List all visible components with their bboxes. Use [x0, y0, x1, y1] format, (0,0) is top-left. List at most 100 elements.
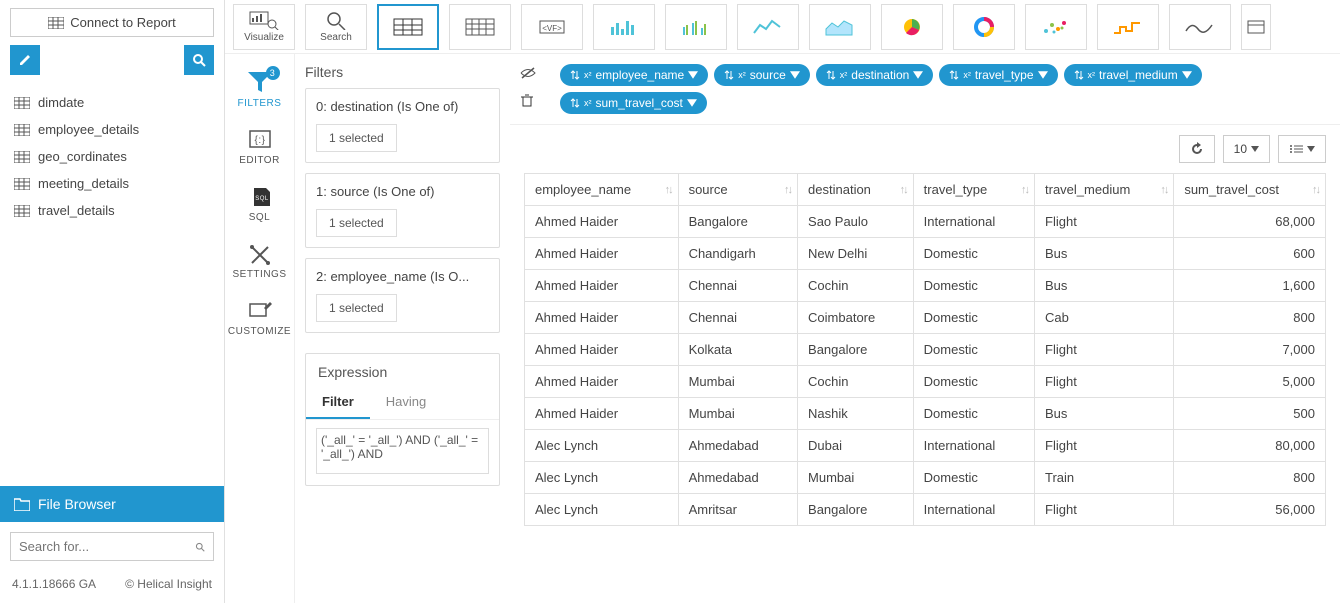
refresh-button[interactable] — [1179, 135, 1215, 163]
table-cell: International — [913, 206, 1034, 238]
area-chart-tool[interactable] — [809, 4, 871, 50]
donut-chart-tool[interactable] — [953, 4, 1015, 50]
view-mode-dropdown[interactable] — [1278, 135, 1326, 163]
table-cell: Flight — [1035, 430, 1174, 462]
area-chart-icon — [824, 17, 856, 37]
filter-card[interactable]: 2: employee_name (Is O...1 selected — [305, 258, 500, 333]
table-cell: 1,600 — [1174, 270, 1326, 302]
page-size-dropdown[interactable]: 10 — [1223, 135, 1270, 163]
filter-selected-badge[interactable]: 1 selected — [316, 124, 397, 152]
visualize-tool[interactable]: Visualize — [233, 4, 295, 50]
table-cell: Alec Lynch — [525, 430, 679, 462]
table-row[interactable]: Ahmed HaiderChennaiCoimbatoreDomesticCab… — [525, 302, 1326, 334]
scatter-chart-tool[interactable] — [1025, 4, 1087, 50]
table-row[interactable]: Ahmed HaiderMumbaiCochinDomesticFlight5,… — [525, 366, 1326, 398]
vf-tool[interactable]: <VF> — [521, 4, 583, 50]
column-header[interactable]: sum_travel_cost↑↓ — [1174, 174, 1326, 206]
column-pill[interactable]: x² sum_travel_cost — [560, 92, 707, 114]
table-cell: 800 — [1174, 462, 1326, 494]
expr-tab-having[interactable]: Having — [370, 386, 442, 419]
table-item[interactable]: employee_details — [10, 116, 214, 143]
search-for-box[interactable] — [10, 532, 214, 561]
table-row[interactable]: Ahmed HaiderChennaiCochinDomesticBus1,60… — [525, 270, 1326, 302]
search-tool[interactable]: Search — [305, 4, 367, 50]
settings-tab[interactable]: SETTINGS — [230, 235, 290, 286]
table-cell: Alec Lynch — [525, 462, 679, 494]
table-cell: Mumbai — [798, 462, 914, 494]
table-cell: 800 — [1174, 302, 1326, 334]
table-row[interactable]: Ahmed HaiderChandigarhNew DelhiDomesticB… — [525, 238, 1326, 270]
table-cell: 80,000 — [1174, 430, 1326, 462]
table-cell: 7,000 — [1174, 334, 1326, 366]
table-cell: New Delhi — [798, 238, 914, 270]
file-browser-button[interactable]: File Browser — [0, 486, 224, 522]
column-header[interactable]: travel_type↑↓ — [913, 174, 1034, 206]
column-pill[interactable]: x² destination — [816, 64, 934, 86]
edit-button[interactable] — [10, 45, 40, 75]
table-item[interactable]: meeting_details — [10, 170, 214, 197]
spline-chart-tool[interactable] — [1169, 4, 1231, 50]
column-pill[interactable]: x² source — [714, 64, 810, 86]
line-chart-tool[interactable] — [737, 4, 799, 50]
column-header[interactable]: source↑↓ — [678, 174, 797, 206]
table-cell: Amritsar — [678, 494, 797, 526]
table-cell: Flight — [1035, 334, 1174, 366]
crosstab-tool[interactable] — [449, 4, 511, 50]
table-row[interactable]: Alec LynchAmritsarBangaloreInternational… — [525, 494, 1326, 526]
sort-icon: ↑↓ — [1021, 184, 1028, 196]
editor-tab[interactable]: {:} EDITOR — [230, 121, 290, 172]
table-cell: Ahmedabad — [678, 462, 797, 494]
search-input[interactable] — [19, 539, 195, 554]
filter-name: 1: source (Is One of) — [316, 184, 489, 199]
expression-textarea[interactable] — [316, 428, 489, 474]
step-chart-tool[interactable] — [1097, 4, 1159, 50]
svg-text:{:}: {:} — [254, 135, 265, 146]
column-pill[interactable]: x² travel_type — [939, 64, 1057, 86]
eye-off-icon[interactable] — [520, 66, 536, 83]
card-icon — [1240, 17, 1272, 37]
folder-icon — [14, 497, 30, 511]
visualize-icon — [248, 10, 280, 30]
table-row[interactable]: Ahmed HaiderKolkataBangaloreDomesticFlig… — [525, 334, 1326, 366]
card-tool[interactable] — [1241, 4, 1271, 50]
grouped-bar-tool[interactable] — [665, 4, 727, 50]
copyright-label: © Helical Insight — [125, 577, 212, 591]
table-row[interactable]: Alec LynchAhmedabadDubaiInternationalFli… — [525, 430, 1326, 462]
table-item[interactable]: dimdate — [10, 89, 214, 116]
filter-card[interactable]: 1: source (Is One of) 1 selected — [305, 173, 500, 248]
pie-chart-tool[interactable] — [881, 4, 943, 50]
trash-icon[interactable] — [520, 93, 536, 110]
table-item[interactable]: travel_details — [10, 197, 214, 224]
pie-chart-icon — [896, 17, 928, 37]
column-pill[interactable]: x² employee_name — [560, 64, 708, 86]
column-header[interactable]: travel_medium↑↓ — [1035, 174, 1174, 206]
caret-down-icon — [1182, 70, 1192, 80]
connect-to-report-button[interactable]: Connect to Report — [10, 8, 214, 37]
filter-card[interactable]: 0: destination (Is One of)1 selected — [305, 88, 500, 163]
table-list: dimdateemployee_detailsgeo_cordinatesmee… — [0, 85, 224, 228]
column-header[interactable]: employee_name↑↓ — [525, 174, 679, 206]
filter-selected-badge[interactable]: 1 selected — [316, 209, 397, 237]
table-icon — [14, 151, 30, 163]
svg-text:SQL: SQL — [255, 196, 269, 202]
table-row[interactable]: Ahmed HaiderMumbaiNashikDomesticBus500 — [525, 398, 1326, 430]
filters-title: Filters — [305, 64, 500, 80]
column-pill[interactable]: x² travel_medium — [1064, 64, 1202, 86]
expr-tab-filter[interactable]: Filter — [306, 386, 370, 419]
table-viz-tool[interactable] — [377, 4, 439, 50]
filters-tab[interactable]: 3 FILTERS — [230, 64, 290, 115]
table-icon — [14, 124, 30, 136]
search-button[interactable] — [184, 45, 214, 75]
table-row[interactable]: Ahmed HaiderBangaloreSao PauloInternatio… — [525, 206, 1326, 238]
bar-chart-tool[interactable] — [593, 4, 655, 50]
table-cell: Chandigarh — [678, 238, 797, 270]
table-cell: Cochin — [798, 366, 914, 398]
table-cell: 600 — [1174, 238, 1326, 270]
column-header[interactable]: destination↑↓ — [798, 174, 914, 206]
table-row[interactable]: Alec LynchAhmedabadMumbaiDomesticTrain80… — [525, 462, 1326, 494]
table-cell: Nashik — [798, 398, 914, 430]
sql-tab[interactable]: SQL SQL — [230, 178, 290, 229]
table-item[interactable]: geo_cordinates — [10, 143, 214, 170]
filter-selected-badge[interactable]: 1 selected — [316, 294, 397, 322]
customize-tab[interactable]: CUSTOMIZE — [230, 292, 290, 343]
